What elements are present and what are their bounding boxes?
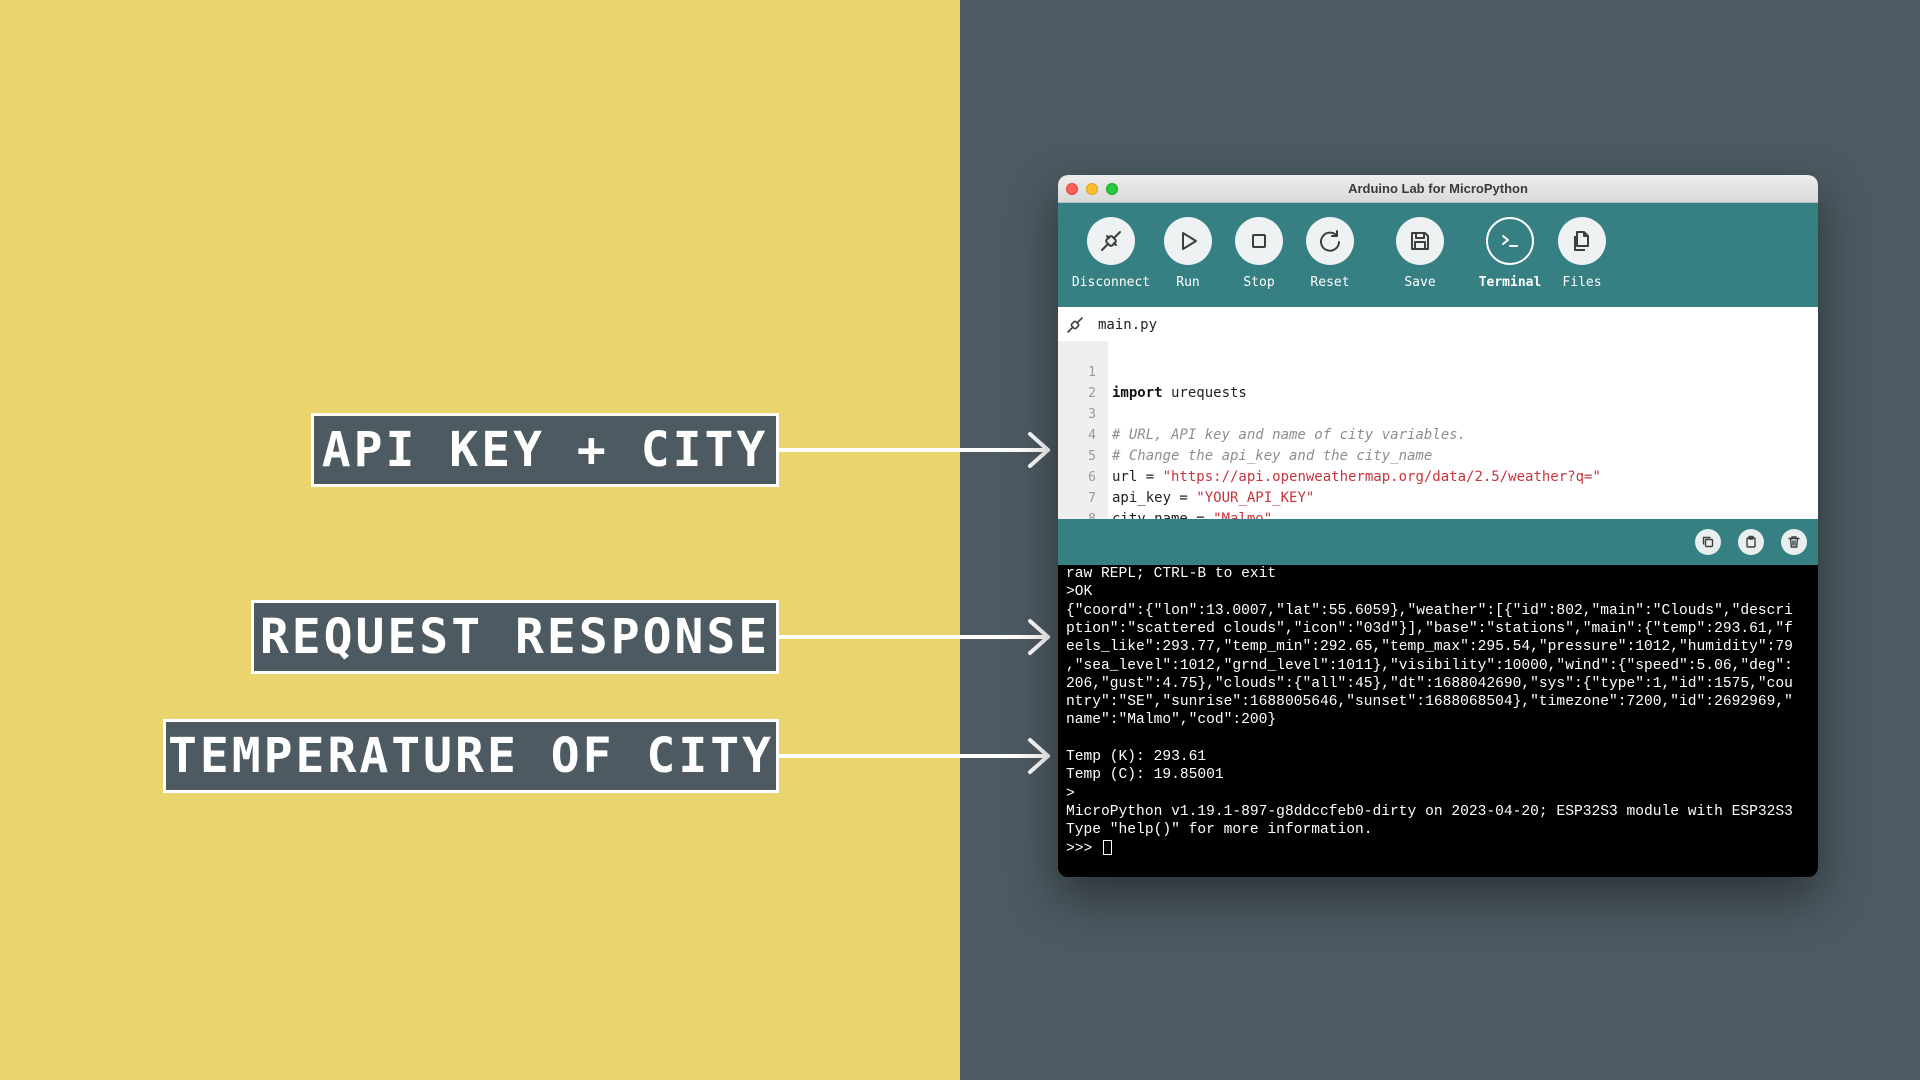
clear-button[interactable] — [1781, 529, 1807, 555]
code-text: urequests — [1162, 385, 1247, 401]
paste-button[interactable] — [1738, 529, 1764, 555]
callout-request-response: REQUEST RESPONSE — [251, 600, 779, 674]
code-string: "https://api.openweathermap.org/data/2.5… — [1162, 469, 1601, 485]
terminal-line: Temp (K): 293.61 — [1066, 749, 1207, 765]
terminal-line: > — [1066, 785, 1075, 802]
terminal-cursor — [1103, 839, 1113, 855]
terminal-line: Temp (C): 19.85001 — [1066, 767, 1224, 784]
app-window: Arduino Lab for MicroPython Disconnect R… — [1058, 175, 1818, 877]
terminal-line: >OK — [1066, 584, 1093, 601]
trash-icon — [1788, 536, 1800, 548]
code-line: 7 city_name = "Malmo" — [1058, 467, 1272, 527]
connection-icon — [1067, 317, 1083, 333]
terminal-line: 206,"gust":4.75},"clouds":{"all":45},"dt… — [1066, 675, 1793, 692]
terminal-line: name":"Malmo","cod":200} — [1066, 712, 1277, 729]
callout-temperature-of-city: TEMPERATURE OF CITY — [163, 719, 779, 793]
stop-icon — [1235, 217, 1283, 265]
terminal-icon — [1486, 217, 1534, 265]
copy-button[interactable] — [1695, 529, 1721, 555]
code-line: 1 import urequests — [1058, 341, 1247, 401]
save-label: Save — [1404, 275, 1436, 290]
save-button[interactable]: Save — [1375, 203, 1465, 307]
save-icon — [1396, 217, 1444, 265]
disconnect-icon — [1087, 217, 1135, 265]
terminal-line: eels_like":293.77,"temp_min":292.65,"tem… — [1066, 639, 1793, 656]
terminal-line: ntry":"SE","sunrise":1688005646,"sunset"… — [1066, 694, 1793, 711]
terminal-line: ption":"scattered clouds","icon":"03d"}]… — [1066, 620, 1793, 637]
code-string: "YOUR_API_KEY" — [1196, 490, 1315, 506]
terminal-prompt: >>> — [1066, 840, 1102, 857]
code-comment: # URL, API key and name of city variable… — [1112, 427, 1467, 443]
code-line: 3 # URL, API key and name of city variab… — [1058, 383, 1466, 443]
paste-icon — [1746, 535, 1756, 548]
code-editor[interactable]: main.py 1 import urequests 2 3 # URL, AP… — [1058, 307, 1818, 527]
window-titlebar: Arduino Lab for MicroPython — [1058, 175, 1818, 203]
reset-icon — [1306, 217, 1354, 265]
files-icon — [1558, 217, 1606, 265]
code-keyword: import — [1112, 385, 1163, 401]
terminal-line: MicroPython v1.19.1-897-g8ddccfeb0-dirty… — [1066, 803, 1793, 820]
code-variable: url = — [1112, 469, 1163, 485]
terminal-line: Type "help()" for more information. — [1066, 822, 1373, 839]
reset-label: Reset — [1310, 275, 1350, 290]
terminal-line: ,"sea_level":1012,"grnd_level":1011},"vi… — [1066, 657, 1793, 674]
window-title: Arduino Lab for MicroPython — [1348, 181, 1528, 196]
terminal-line: {"coord":{"lon":13.0007,"lat":55.6059},"… — [1066, 602, 1793, 619]
code-line: 5 url = "https://api.openweathermap.org/… — [1058, 425, 1601, 485]
terminal-output[interactable]: raw REPL; CTRL-B to exit >OK {"coord":{"… — [1058, 565, 1818, 877]
file-tab-name: main.py — [1098, 317, 1158, 333]
code-line: 6 api_key = "YOUR_API_KEY" — [1058, 446, 1314, 506]
file-tab[interactable]: main.py — [1058, 307, 1818, 341]
left-background-panel — [0, 0, 960, 1080]
terminal-prompt-line[interactable]: >>> — [1066, 839, 1113, 858]
play-icon — [1164, 217, 1212, 265]
reset-button[interactable]: Reset — [1285, 203, 1375, 307]
files-label: Files — [1562, 275, 1602, 290]
code-comment: # Change the api_key and the city_name — [1112, 448, 1433, 464]
files-button[interactable]: Files — [1537, 203, 1627, 307]
code-line: 2 — [1058, 362, 1109, 401]
code-variable: api_key = — [1112, 490, 1197, 506]
panel-bar[interactable] — [1058, 519, 1818, 565]
code-line: 4 # Change the api_key and the city_name — [1058, 404, 1432, 464]
copy-icon — [1702, 536, 1714, 548]
code-line: 8 — [1058, 488, 1109, 527]
terminal-line: raw REPL; CTRL-B to exit — [1066, 566, 1277, 582]
callout-api-key-city: API KEY + CITY — [311, 413, 779, 487]
toolbar: Disconnect Run Stop Reset Save Terminal … — [1058, 203, 1818, 307]
